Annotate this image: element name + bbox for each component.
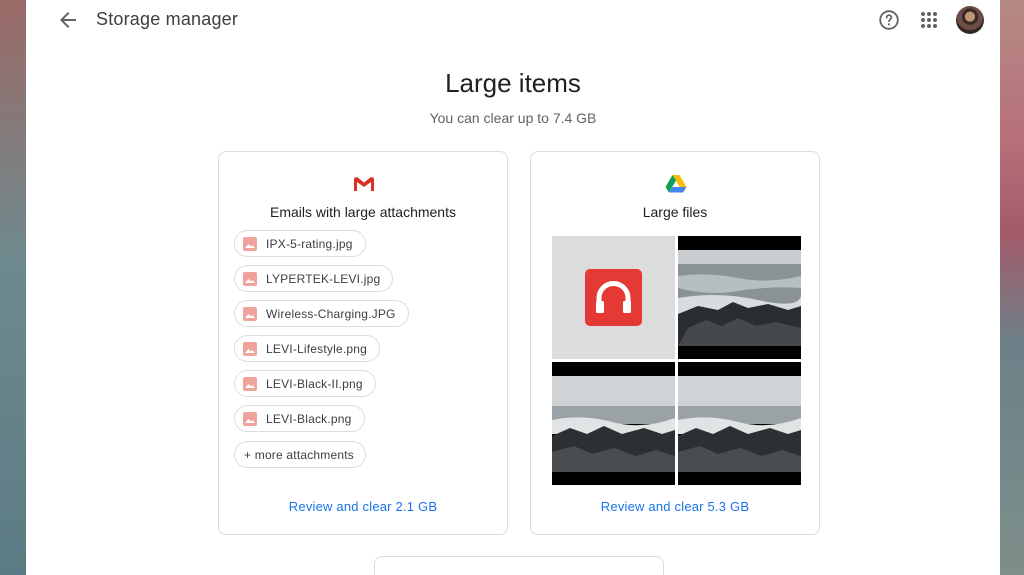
file-thumbnail-grid	[552, 236, 802, 486]
page-title: Storage manager	[96, 9, 239, 29]
attachment-chip[interactable]: IPX-5-rating.jpg	[234, 230, 366, 257]
file-thumbnail[interactable]	[678, 236, 801, 359]
storage-manager-window: Storage manager Large items You can clea…	[26, 0, 1000, 575]
review-files-link[interactable]: Review and clear 5.3 GB	[531, 499, 819, 514]
image-file-icon	[243, 306, 257, 321]
desktop-wallpaper-right	[1000, 0, 1024, 575]
review-emails-link[interactable]: Review and clear 2.1 GB	[219, 499, 507, 514]
headphone-app-icon	[585, 269, 642, 326]
google-drive-icon	[664, 174, 688, 194]
next-category-card	[374, 556, 664, 575]
attachment-chip[interactable]: LEVI-Black.png	[234, 405, 365, 432]
attachment-name: LEVI-Lifestyle.png	[266, 341, 367, 356]
image-file-icon	[243, 271, 257, 286]
help-circle-icon	[879, 10, 899, 30]
attachment-chip[interactable]: LEVI-Lifestyle.png	[234, 335, 380, 362]
gmail-icon	[352, 174, 376, 194]
attachment-name: LEVI-Black-II.png	[266, 376, 363, 391]
file-thumbnail[interactable]	[552, 362, 675, 485]
arrow-back-icon	[60, 12, 76, 28]
attachment-name: LEVI-Black.png	[266, 411, 352, 426]
attachment-name: IPX-5-rating.jpg	[266, 236, 353, 251]
image-file-icon	[243, 236, 257, 251]
files-card-title: Large files	[642, 204, 708, 220]
section-heading: Large items	[445, 68, 581, 98]
attachment-chip[interactable]: LEVI-Black-II.png	[234, 370, 376, 397]
attachment-chip[interactable]: Wireless-Charging.JPG	[234, 300, 409, 327]
sea-rocks-photo	[552, 362, 675, 485]
more-attachments-chip[interactable]: + more attachments	[234, 441, 366, 468]
desktop-wallpaper-left	[0, 0, 26, 575]
google-apps-button[interactable]	[917, 8, 941, 32]
email-card-title: Emails with large attachments	[270, 204, 456, 220]
large-files-card: Large files Review and clear 5.3 GB	[530, 151, 820, 535]
email-attachments-card: Emails with large attachments IPX-5-rati…	[218, 151, 508, 535]
top-app-bar: Storage manager	[26, 0, 1000, 40]
account-avatar[interactable]	[956, 6, 984, 34]
attachment-name: LYPERTEK-LEVI.jpg	[266, 271, 381, 286]
back-button[interactable]	[56, 8, 80, 32]
file-thumbnail[interactable]	[678, 362, 801, 485]
file-thumbnail[interactable]	[552, 236, 675, 359]
image-file-icon	[243, 411, 257, 426]
sea-rocks-photo	[678, 362, 801, 485]
image-file-icon	[243, 376, 257, 391]
image-file-icon	[243, 341, 257, 356]
attachment-chip[interactable]: LYPERTEK-LEVI.jpg	[234, 265, 394, 292]
apps-grid-icon	[921, 12, 937, 28]
attachment-name: Wireless-Charging.JPG	[266, 306, 396, 321]
sea-rocks-photo	[678, 236, 801, 359]
help-button[interactable]	[877, 8, 901, 32]
section-subheading: You can clear up to 7.4 GB	[429, 110, 597, 126]
